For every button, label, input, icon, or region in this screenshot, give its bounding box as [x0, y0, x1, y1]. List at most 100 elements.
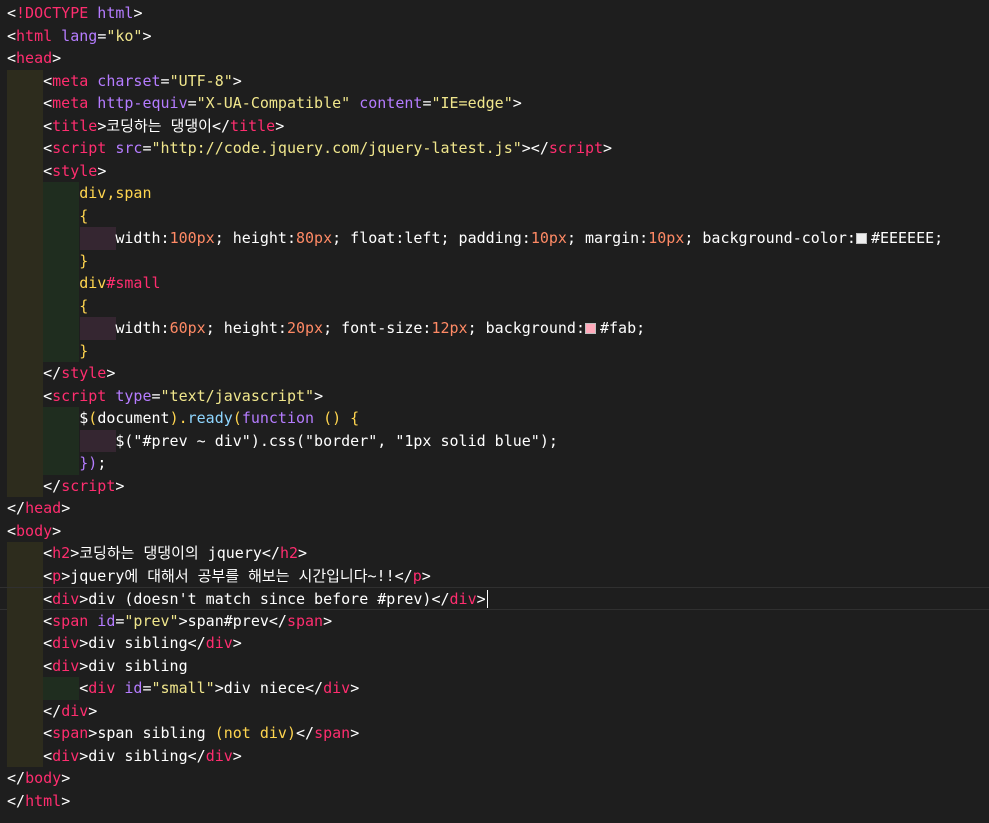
code-token: < — [7, 116, 53, 135]
code-token: > — [178, 611, 188, 630]
code-line[interactable]: <div>div sibling — [0, 654, 989, 677]
code-token: jquery에 대해서 공부를 해보는 시간입니다~!! — [70, 566, 395, 585]
color-swatch-icon[interactable] — [855, 233, 867, 244]
code-line[interactable]: <span>span sibling (not div)</span> — [0, 722, 989, 745]
code-text: </head> — [7, 497, 70, 520]
code-line[interactable]: <body> — [0, 520, 989, 543]
code-line[interactable]: </body> — [0, 767, 989, 790]
code-line[interactable]: { — [0, 294, 989, 318]
code-token: span — [314, 724, 351, 742]
code-line[interactable]: $(document).ready(function () { — [0, 407, 989, 430]
code-line[interactable]: <title>코딩하는 댕댕이</title> — [0, 114, 989, 137]
code-token: < — [7, 634, 53, 652]
code-token: ; background: — [467, 319, 585, 337]
code-token: ( — [232, 409, 242, 427]
code-token: < — [7, 746, 53, 765]
code-line[interactable]: <span id="prev">span#prev</span> — [0, 609, 989, 632]
code-token: "IE=edge" — [431, 94, 513, 112]
code-token: </ — [261, 544, 280, 562]
code-text: width:60px; height:20px; font-size:12px;… — [7, 317, 645, 340]
code-line[interactable]: </style> — [0, 362, 989, 385]
code-token: span sibling — [97, 724, 215, 742]
code-line[interactable]: div,span — [0, 182, 989, 205]
code-line[interactable]: <script type="text/javascript"> — [0, 384, 989, 407]
code-text: { — [7, 295, 88, 318]
code-line[interactable]: }); — [0, 452, 989, 475]
code-token: p — [412, 566, 422, 585]
code-token: > — [232, 634, 242, 652]
code-token: > — [79, 590, 89, 608]
code-line[interactable]: <div>div sibling</div> — [0, 744, 989, 767]
code-token: charset — [88, 71, 161, 90]
code-text: <div id="small">div niece</div> — [7, 677, 359, 700]
code-text: <p>jquery에 대해서 공부를 해보는 시간입니다~!!</p> — [7, 565, 431, 588]
code-line[interactable]: width:100px; height:80px; float:left; pa… — [0, 227, 989, 250]
code-token: ; float: — [332, 229, 405, 247]
code-line[interactable]: $("#prev ~ div").css("border", "1px soli… — [0, 429, 989, 452]
code-line[interactable]: <!DOCTYPE html> — [0, 2, 989, 25]
code-token: #fab — [600, 319, 637, 337]
code-token: 60px — [169, 319, 206, 337]
code-token: ; font-size: — [323, 319, 432, 337]
code-token: left — [404, 229, 441, 247]
code-token: head — [25, 499, 62, 517]
code-token: #EEEEEE — [870, 229, 935, 247]
code-token: 10px — [648, 229, 685, 247]
code-line[interactable]: </html> — [0, 790, 989, 813]
code-token: </ — [7, 499, 26, 517]
code-token: < — [7, 611, 53, 630]
code-text: }); — [7, 452, 106, 475]
code-token: ( — [88, 409, 98, 427]
code-line[interactable]: <div>div sibling</div> — [0, 632, 989, 655]
code-token: </ — [296, 724, 315, 742]
code-token: > — [214, 679, 224, 697]
code-token: "ko" — [106, 26, 143, 45]
code-line[interactable]: </script> — [0, 474, 989, 497]
code-token: "X-UA-Compatible" — [196, 94, 351, 112]
code-line[interactable]: <meta http-equiv="X-UA-Compatible" conte… — [0, 92, 989, 115]
code-token: div — [52, 590, 80, 608]
code-text: div,span — [7, 182, 152, 205]
code-token: meta — [52, 94, 89, 112]
code-token: < — [7, 544, 53, 562]
code-text: <html lang="ko"> — [7, 25, 152, 48]
code-editor[interactable]: <!DOCTYPE html> <html lang="ko"> <head> <m… — [0, 0, 989, 823]
code-token: </ — [7, 476, 62, 495]
code-line[interactable]: <div>div (doesn't match since before #pr… — [0, 587, 989, 611]
code-line[interactable]: { — [0, 204, 989, 227]
code-token: > — [88, 701, 98, 720]
code-token: div,span — [7, 184, 152, 202]
code-line[interactable]: <head> — [0, 47, 989, 70]
code-token: > — [298, 544, 308, 562]
code-token: document — [97, 409, 170, 427]
code-token: = — [187, 94, 197, 112]
code-token: </ — [305, 679, 324, 697]
code-token: style — [61, 364, 107, 382]
code-token: (not div) — [214, 724, 296, 742]
code-line[interactable]: width:60px; height:20px; font-size:12px;… — [0, 317, 989, 340]
code-token: 80px — [296, 229, 333, 247]
code-token: > — [61, 791, 71, 810]
code-token: < — [7, 386, 53, 405]
code-line[interactable]: </div> — [0, 699, 989, 722]
code-line[interactable]: div#small — [0, 272, 989, 295]
code-token: > — [61, 769, 71, 787]
code-token: div — [52, 746, 80, 765]
code-line[interactable]: <style> — [0, 159, 989, 182]
code-line[interactable]: <h2>코딩하는 댕댕이의 jquery</h2> — [0, 542, 989, 565]
code-token: html — [16, 26, 53, 45]
code-line[interactable]: } — [0, 339, 989, 362]
code-line[interactable]: <html lang="ko"> — [0, 25, 989, 48]
code-line[interactable]: </head> — [0, 497, 989, 520]
code-token: ; height: — [205, 319, 287, 337]
code-text: <script src="http://code.jquery.com/jque… — [7, 137, 612, 160]
code-line[interactable]: <p>jquery에 대해서 공부를 해보는 시간입니다~!!</p> — [0, 564, 989, 588]
code-line[interactable]: } — [0, 249, 989, 272]
color-swatch-icon[interactable] — [585, 323, 596, 334]
code-token: ; height: — [214, 229, 296, 247]
code-line[interactable]: <script src="http://code.jquery.com/jque… — [0, 137, 989, 160]
code-line[interactable]: <meta charset="UTF-8"> — [0, 69, 989, 92]
code-line[interactable]: <div id="small">div niece</div> — [0, 677, 989, 700]
code-text: <div>div sibling</div> — [7, 632, 242, 655]
code-token: </ — [7, 701, 62, 720]
